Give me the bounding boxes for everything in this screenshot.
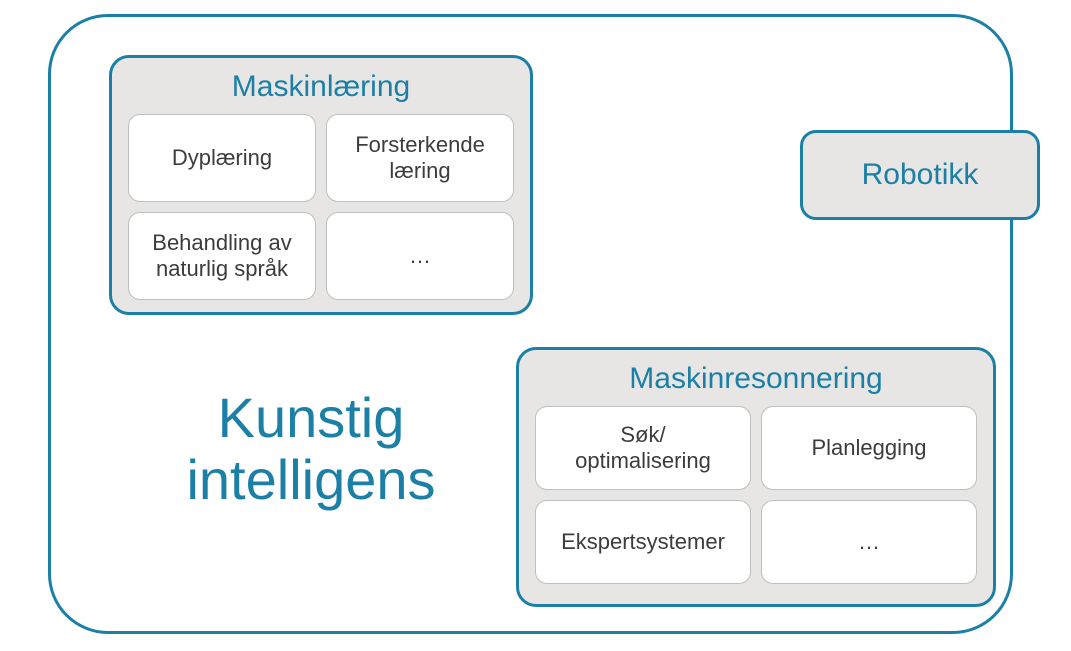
ml-cell-nlp: Behandling av naturlig språk (128, 212, 316, 300)
group-machine-reasoning: Maskinresonnering Søk/ optimalisering Pl… (516, 347, 996, 607)
ml-cells: Dyplæring Forsterkende læring Behandling… (128, 114, 514, 300)
mr-cell-search-optimization: Søk/ optimalisering (535, 406, 751, 490)
ai-outer-container: Kunstig intelligens Maskinlæring Dyplæri… (48, 14, 1013, 634)
mr-cell-planning: Planlegging (761, 406, 977, 490)
robotics-label: Robotikk (862, 158, 979, 192)
ml-cell-deep-learning: Dyplæring (128, 114, 316, 202)
ml-cell-more: … (326, 212, 514, 300)
group-title-machine-reasoning: Maskinresonnering (535, 362, 977, 396)
mr-cell-more: … (761, 500, 977, 584)
group-title-machine-learning: Maskinlæring (128, 70, 514, 104)
mr-cells: Søk/ optimalisering Planlegging Eksperts… (535, 406, 977, 584)
group-machine-learning: Maskinlæring Dyplæring Forsterkende læri… (109, 55, 533, 315)
mr-cell-expert-systems: Ekspertsystemer (535, 500, 751, 584)
ml-cell-reinforcement-learning: Forsterkende læring (326, 114, 514, 202)
robotics-box: Robotikk (800, 130, 1040, 220)
main-title: Kunstig intelligens (131, 387, 491, 510)
